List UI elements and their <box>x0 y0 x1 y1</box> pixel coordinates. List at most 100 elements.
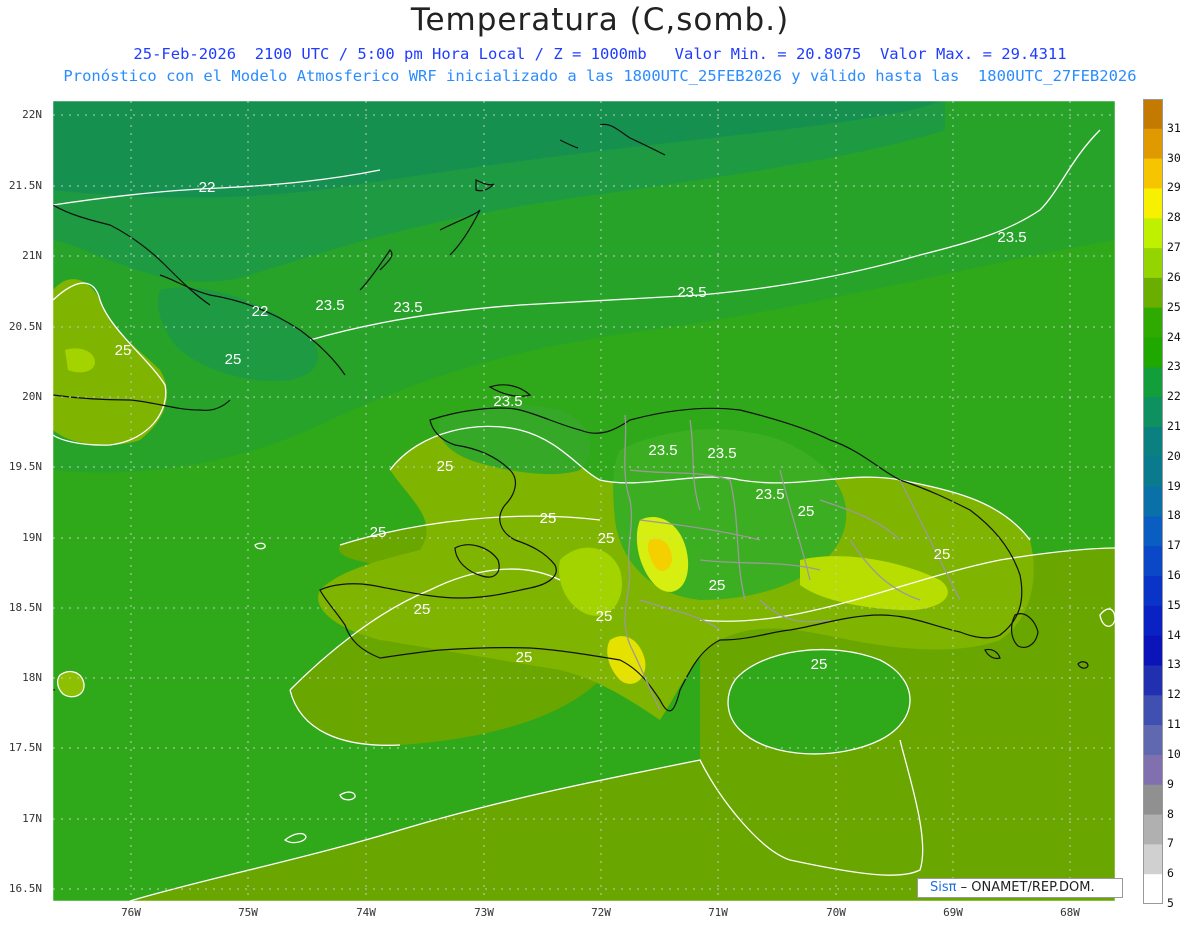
lat-label: 19N <box>22 531 42 544</box>
lon-label: 76W <box>121 906 141 919</box>
colorbar-label: 9 <box>1167 776 1174 791</box>
contour-label: 25 <box>709 577 726 594</box>
cool-island-sea <box>727 649 911 755</box>
coast-gonave <box>454 544 500 578</box>
colorbar-label: 16 <box>1167 568 1181 583</box>
contour-label: 25 <box>516 649 533 666</box>
contour-25-jamaica <box>56 670 85 698</box>
colorbar-label: 14 <box>1167 627 1181 642</box>
contour-label: 25 <box>540 510 557 527</box>
hotspot-26-c <box>607 636 646 684</box>
credit-brand: Sisπ <box>930 880 957 895</box>
colorbar-swatch <box>1143 695 1163 726</box>
coast-caicos <box>559 139 579 149</box>
contour-label: 23.5 <box>315 297 344 314</box>
colorbar-label: 7 <box>1167 836 1174 851</box>
coast-tortuga <box>488 384 532 397</box>
contour-label: 25 <box>596 608 613 625</box>
lat-label: 20.5N <box>8 320 42 333</box>
colorbar-swatch <box>1143 426 1163 458</box>
hispaniola-warm <box>318 426 1034 720</box>
lat-label: 21.5N <box>8 179 42 192</box>
colorbar-label: 6 <box>1167 866 1174 881</box>
contour-label: 25 <box>934 546 951 563</box>
lon-label: 75W <box>238 906 258 919</box>
colorbar-swatch <box>1143 725 1163 756</box>
colorbar-label: 28 <box>1167 210 1181 225</box>
colorbar-label: 13 <box>1167 657 1181 672</box>
colorbar-label: 5 <box>1167 896 1174 910</box>
map-title: Temperatura (C,somb.) <box>410 2 790 38</box>
coast-jamaica-2 <box>53 647 54 648</box>
colorbar <box>1143 99 1163 904</box>
contour-25-strip <box>339 515 601 546</box>
contour-small-2 <box>339 791 356 801</box>
contour-label: 23.5 <box>755 486 784 503</box>
hotspot-27 <box>636 516 689 592</box>
coast-bahamas-3 <box>439 209 481 256</box>
jamaica-warm <box>57 671 85 697</box>
lon-label: 71W <box>708 906 728 919</box>
contour-label: 25 <box>811 656 828 673</box>
coast-cuba-north <box>53 204 211 306</box>
colorbar-swatch <box>1143 307 1163 339</box>
coast-jamaica <box>53 689 56 691</box>
lat-label: 21N <box>22 249 42 262</box>
colorbar-label: 8 <box>1167 806 1174 821</box>
contour-label: 23.5 <box>677 284 706 301</box>
grid-lon <box>130 101 1071 901</box>
colorbar-swatch <box>1143 874 1163 904</box>
contour-label: 25 <box>225 351 242 368</box>
hispaniola-interior-24 <box>613 429 847 600</box>
colorbar-label: 18 <box>1167 508 1181 523</box>
contour-label: 25 <box>598 530 615 547</box>
colorbar-label: 15 <box>1167 597 1181 612</box>
lat-label: 17.5N <box>8 741 42 754</box>
forecast-time-line: 25-Feb-2026 2100 UTC / 5:00 pm Hora Loca… <box>133 45 1067 63</box>
colorbar-swatch <box>1143 784 1163 816</box>
colorbar-swatch <box>1143 248 1163 279</box>
border-haiti-dr <box>624 414 661 711</box>
warm-region-25-south <box>130 548 1115 901</box>
coast-hispaniola <box>319 407 1023 712</box>
colorbar-label: 19 <box>1167 478 1181 493</box>
credit-text: – ONAMET/REP.DOM. <box>960 880 1095 895</box>
contour-label: 25 <box>115 342 132 359</box>
contour-25-sea-lower <box>129 739 924 901</box>
lon-label: 73W <box>474 906 494 919</box>
colorbar-label: 27 <box>1167 240 1181 255</box>
contour-label: 25 <box>370 524 387 541</box>
coast-pr <box>1011 613 1039 648</box>
coast-bahamas-2 <box>359 249 393 291</box>
contour-label: 23.5 <box>393 299 422 316</box>
contour-small-3 <box>254 542 266 550</box>
colorbar-label: 25 <box>1167 299 1181 314</box>
lon-label: 72W <box>591 906 611 919</box>
colorbar-label: 23 <box>1167 359 1181 374</box>
colorbar-swatch <box>1143 158 1163 189</box>
bahamas-cool <box>158 287 319 381</box>
colorbar-label: 30 <box>1167 150 1181 165</box>
hotspot-26-a <box>559 547 622 616</box>
colorbar-swatch <box>1143 665 1163 696</box>
lon-label: 70W <box>826 906 846 919</box>
temperature-map: 22 22 23.5 23.5 23.5 23.5 23.5 23.5 23.5 23.5 25 25… <box>52 100 1116 902</box>
lon-label: 69W <box>943 906 963 919</box>
colorbar-label: 17 <box>1167 538 1181 553</box>
grid-lat <box>53 114 1115 890</box>
colorbar-label: 31 <box>1167 120 1181 135</box>
colorbar-label: 10 <box>1167 746 1181 761</box>
contour-label: 22 <box>199 179 216 196</box>
lat-label: 20N <box>22 390 42 403</box>
colorbar-swatch <box>1143 99 1163 130</box>
warm-region-25-west <box>290 569 608 746</box>
lon-label: 74W <box>356 906 376 919</box>
coast-mona <box>1077 661 1089 669</box>
model-info-line: Pronóstico con el Modelo Atmosferico WRF… <box>63 67 1137 85</box>
contour-25-south <box>699 547 1115 622</box>
colorbar-label: 22 <box>1167 389 1181 404</box>
cuba-warm <box>53 279 168 446</box>
colorbar-swatch <box>1143 277 1163 309</box>
map-background-24 <box>53 101 1115 901</box>
contour-label: 25 <box>798 503 815 520</box>
